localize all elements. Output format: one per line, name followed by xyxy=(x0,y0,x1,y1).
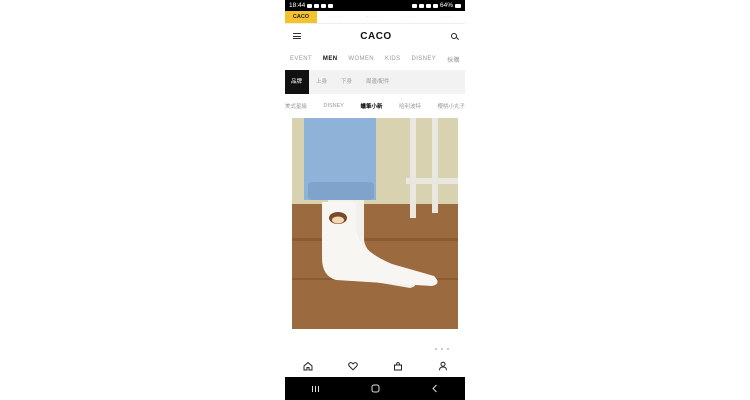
brand-tab[interactable]: · · · xyxy=(391,11,428,23)
subtab-harry-potter[interactable]: 哈利波特 xyxy=(399,102,421,110)
category-accessories[interactable]: 周邊/配件 xyxy=(359,70,397,94)
message-icon xyxy=(321,3,327,8)
carousel-dot[interactable] xyxy=(435,348,437,350)
phone-screen: 18:44 64% CACO · · · · · · · · · · · · ·… xyxy=(285,0,465,400)
carousel-dot[interactable] xyxy=(447,348,449,350)
subtab-crayon-shinchan[interactable]: 蠟筆小新 xyxy=(360,102,382,110)
nav-tab-disney[interactable]: DISNEY xyxy=(411,56,436,62)
mute-icon xyxy=(418,3,424,8)
prev-image-arrow[interactable]: ‹ xyxy=(294,210,297,220)
wifi-icon xyxy=(425,3,431,8)
brand-tab-caco[interactable]: CACO xyxy=(285,11,317,23)
nav-tab-kids[interactable]: KIDS xyxy=(385,56,401,62)
brand-tab[interactable]: · · · · xyxy=(354,11,391,23)
subtab-chibi-maruko[interactable]: 櫻桃小丸子 xyxy=(437,102,465,110)
brand-tab[interactable]: · · · · xyxy=(428,11,465,23)
brand-tabs: CACO · · · · · · · · · · · · · · · xyxy=(285,11,465,24)
notification-icon xyxy=(307,3,313,8)
back-icon[interactable] xyxy=(431,380,439,398)
carousel-dot[interactable] xyxy=(441,348,443,350)
bag-icon[interactable] xyxy=(388,356,408,376)
image-icon xyxy=(328,3,334,8)
category-brand[interactable]: 品牌 xyxy=(285,70,309,94)
status-bar: 18:44 64% xyxy=(285,0,465,11)
category-tops[interactable]: 上身 xyxy=(309,70,334,94)
app-header: CACO xyxy=(285,24,465,48)
subtab-disney[interactable]: DISNEY xyxy=(324,103,344,109)
category-bottoms[interactable]: 下身 xyxy=(334,70,359,94)
youtube-icon xyxy=(314,3,320,8)
home-icon[interactable] xyxy=(298,356,318,376)
nav-tab-event[interactable]: EVENT xyxy=(290,56,312,62)
alarm-icon xyxy=(411,3,417,8)
bottom-nav xyxy=(285,355,465,376)
signal-icon xyxy=(432,3,438,8)
battery-level: 64% xyxy=(439,2,453,9)
recent-apps-icon[interactable] xyxy=(311,380,320,398)
search-icon[interactable] xyxy=(450,33,457,39)
product-photo xyxy=(292,118,458,329)
main-nav: EVENT MEN WOMEN KIDS DISNEY 採購 xyxy=(285,52,465,66)
menu-icon[interactable] xyxy=(293,33,301,39)
battery-icon xyxy=(455,3,461,8)
subtab-american[interactable]: 美式星級 xyxy=(285,102,307,110)
nav-tab-men[interactable]: MEN xyxy=(323,56,338,62)
carousel-dots xyxy=(435,348,449,350)
app-logo[interactable]: CACO xyxy=(360,31,391,42)
brand-tab[interactable]: · · · · xyxy=(317,11,354,23)
heart-icon[interactable] xyxy=(343,356,363,376)
category-bar: 品牌 上身 下身 周邊/配件 xyxy=(285,70,465,94)
sub-category-tabs: 美式星級 DISNEY 蠟筆小新 哈利波特 櫻桃小丸子 xyxy=(285,99,465,113)
nav-tab-women[interactable]: WOMEN xyxy=(348,56,374,62)
user-icon[interactable] xyxy=(433,356,453,376)
nav-tab-purchase[interactable]: 採購 xyxy=(447,55,460,64)
next-image-arrow[interactable]: › xyxy=(452,210,455,220)
home-button-icon[interactable] xyxy=(371,380,380,398)
status-time: 18:44 xyxy=(289,2,306,9)
system-nav-bar xyxy=(285,377,465,400)
product-image[interactable] xyxy=(292,118,458,329)
